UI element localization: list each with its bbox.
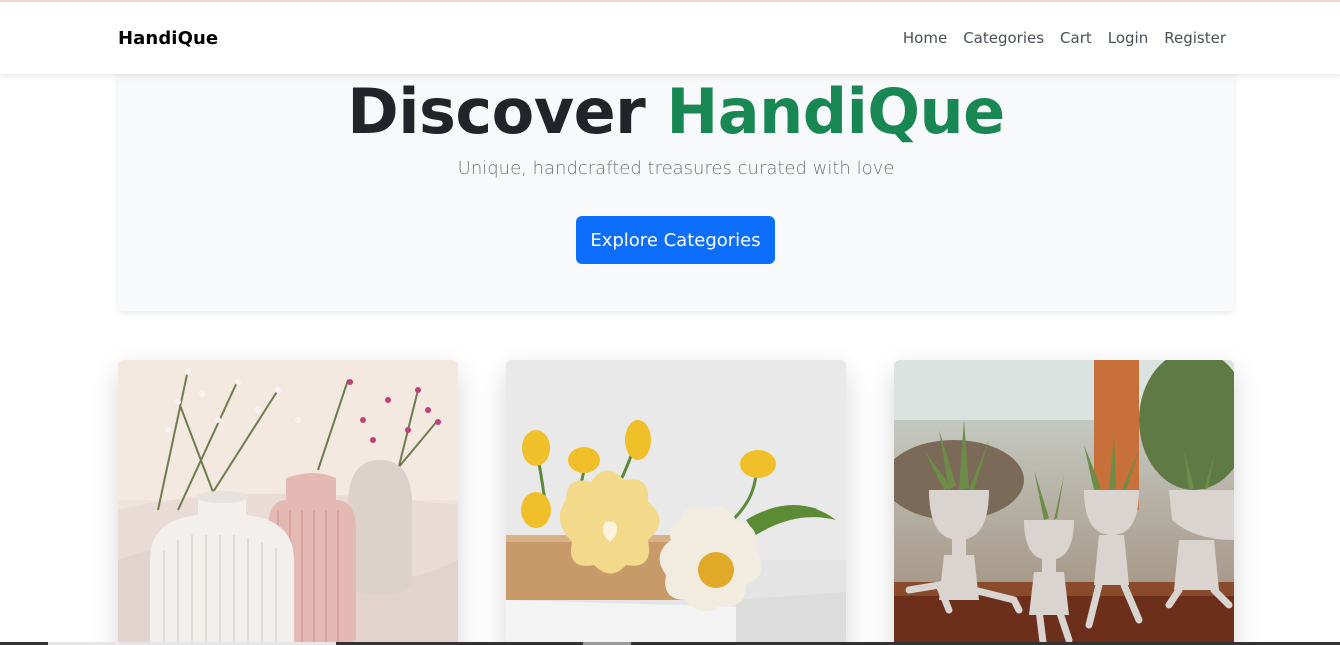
product-card-flower-vases[interactable]: [506, 360, 846, 645]
nav-links: Home Categories Cart Login Register: [903, 29, 1226, 47]
product-card-vases[interactable]: [118, 360, 458, 645]
product-card-planters[interactable]: [894, 360, 1234, 645]
nav-register[interactable]: Register: [1164, 29, 1226, 47]
brand-logo[interactable]: HandiQue: [118, 28, 218, 49]
explore-categories-button[interactable]: Explore Categories: [576, 216, 775, 264]
hero-title-prefix: Discover: [347, 75, 646, 148]
nav-login[interactable]: Login: [1108, 29, 1148, 47]
flower-vases-image: [506, 360, 846, 645]
hero-title: Discover HandiQue: [118, 76, 1234, 148]
nav-cart[interactable]: Cart: [1060, 29, 1092, 47]
hero-section: Discover HandiQue Unique, handcrafted tr…: [118, 62, 1234, 311]
navbar: HandiQue Home Categories Cart Login Regi…: [0, 2, 1340, 74]
vases-image: [118, 360, 458, 645]
nav-home[interactable]: Home: [903, 29, 947, 47]
nav-categories[interactable]: Categories: [963, 29, 1044, 47]
hero-subtitle: Unique, handcrafted treasures curated wi…: [457, 158, 895, 179]
hero-title-brand: HandiQue: [666, 75, 1005, 148]
planters-image: [894, 360, 1234, 645]
